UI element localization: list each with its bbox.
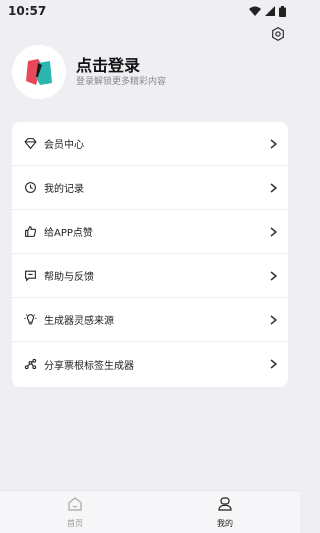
chevron-right-icon — [268, 314, 278, 326]
chevron-right-icon — [268, 358, 278, 370]
menu-card: 会员中心 我的记录 给APP点赞 帮助与反馈 生成器灵感来源 分享票根标签生成器 — [12, 122, 288, 387]
tab-home[interactable]: 首页 — [0, 491, 150, 533]
share-icon — [22, 356, 38, 372]
chevron-right-icon — [268, 270, 278, 282]
tab-mine-label: 我的 — [217, 518, 233, 528]
login-title[interactable]: 点击登录 — [76, 56, 166, 76]
tab-mine[interactable]: 我的 — [150, 491, 300, 533]
menu-item-vip-center[interactable]: 会员中心 — [12, 122, 288, 166]
avatar[interactable] — [12, 45, 66, 99]
menu-label: 生成器灵感来源 — [44, 316, 114, 327]
cellular-signal-icon — [265, 6, 275, 16]
menu-item-share[interactable]: 分享票根标签生成器 — [12, 342, 288, 386]
battery-icon — [279, 5, 286, 17]
chevron-right-icon — [268, 226, 278, 238]
chevron-right-icon — [268, 182, 278, 194]
settings-button[interactable] — [268, 26, 288, 46]
settings-icon — [270, 26, 286, 46]
menu-label: 给APP点赞 — [44, 228, 93, 239]
lightbulb-icon — [22, 312, 38, 328]
menu-label: 我的记录 — [44, 184, 84, 195]
clock-icon — [22, 180, 38, 196]
chevron-right-icon — [268, 138, 278, 150]
profile-icon — [217, 496, 233, 516]
menu-item-my-records[interactable]: 我的记录 — [12, 166, 288, 210]
bottom-nav: 首页 我的 — [0, 490, 300, 533]
menu-item-rate-app[interactable]: 给APP点赞 — [12, 210, 288, 254]
menu-label: 帮助与反馈 — [44, 272, 94, 283]
status-time: 10:57 — [8, 4, 47, 18]
menu-item-help-feedback[interactable]: 帮助与反馈 — [12, 254, 288, 298]
status-bar: 10:57 — [0, 0, 300, 22]
menu-label: 会员中心 — [44, 140, 84, 151]
menu-item-inspiration[interactable]: 生成器灵感来源 — [12, 298, 288, 342]
tab-home-label: 首页 — [67, 518, 83, 528]
login-profile[interactable]: 点击登录 登录解锁更多精彩内容 — [12, 44, 288, 100]
home-icon — [67, 496, 83, 516]
wifi-icon — [249, 6, 261, 16]
diamond-icon — [22, 136, 38, 152]
status-icons — [249, 5, 286, 17]
app-logo-icon — [26, 59, 52, 85]
menu-label: 分享票根标签生成器 — [44, 360, 134, 372]
login-subtitle: 登录解锁更多精彩内容 — [76, 77, 167, 87]
thumbs-up-icon — [22, 224, 38, 240]
feedback-icon — [22, 268, 38, 284]
